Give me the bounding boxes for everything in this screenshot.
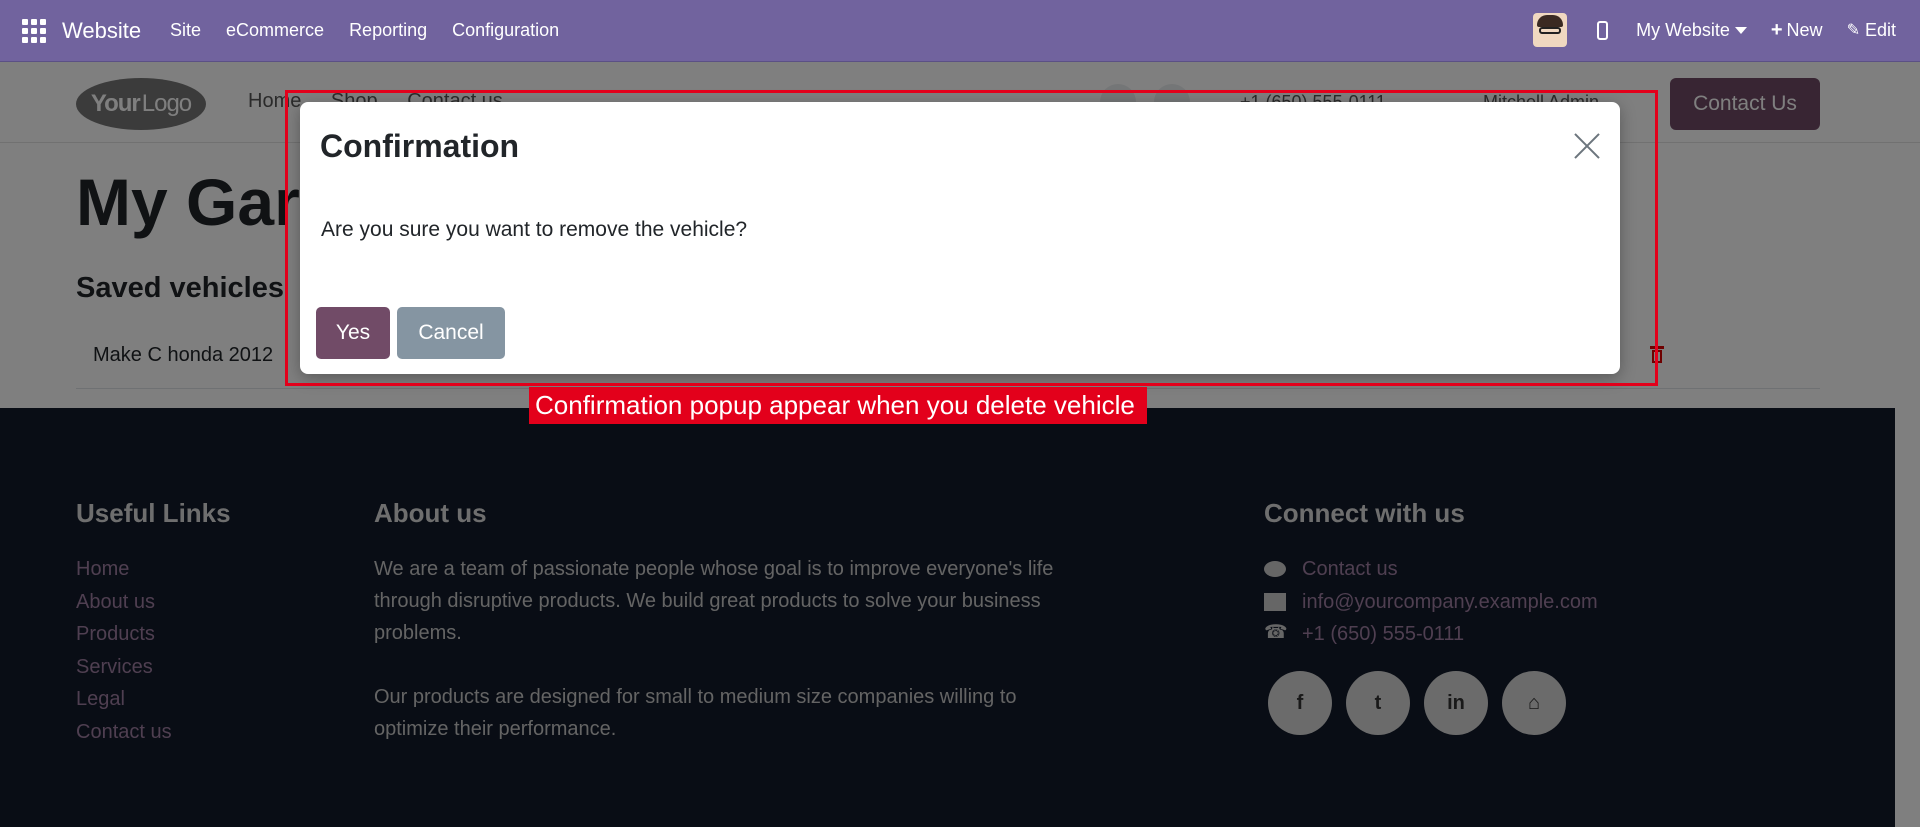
menu-item-ecommerce[interactable]: eCommerce [226,20,324,41]
menu-item-configuration[interactable]: Configuration [452,20,559,41]
menu-item-reporting[interactable]: Reporting [349,20,427,41]
apps-menu-icon[interactable] [22,19,46,43]
menu-item-site[interactable]: Site [170,20,201,41]
annotation-highlight-box [285,90,1658,386]
plus-icon: + [1770,18,1783,41]
mobile-preview-icon[interactable] [1597,20,1609,40]
user-avatar[interactable] [1533,13,1568,47]
pencil-icon: ✎ [1846,22,1860,39]
app-brand[interactable]: Website [62,18,141,44]
website-switcher-label: My Website [1636,19,1730,40]
edit-label: Edit [1864,19,1896,40]
annotation-label: Confirmation popup appear when you delet… [529,387,1147,424]
backend-navbar: Website Site eCommerce Reporting Configu… [0,0,1920,62]
website-switcher[interactable]: My Website [1636,20,1747,41]
edit-button[interactable]: ✎ Edit [1847,20,1896,41]
navbar-systray: My Website + New ✎ Edit [1533,13,1896,47]
new-button[interactable]: + New [1771,19,1823,42]
new-label: New [1786,19,1823,40]
chevron-down-icon [1734,26,1747,34]
main-menu: Site eCommerce Reporting Configuration [170,20,584,41]
